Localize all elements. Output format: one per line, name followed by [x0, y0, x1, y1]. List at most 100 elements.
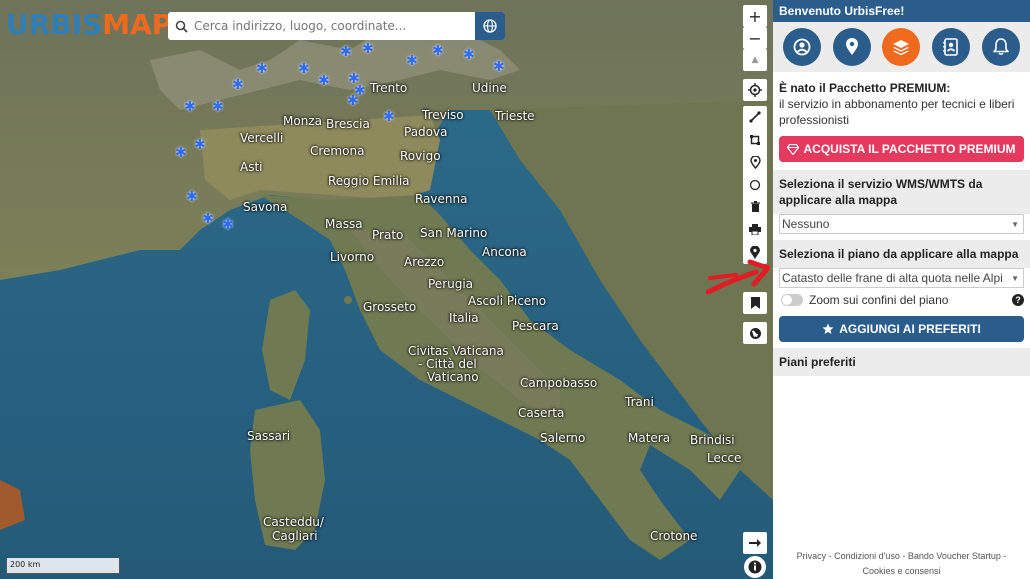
circle-button[interactable] [743, 174, 767, 197]
map-canvas[interactable]: ✱ ✱ ✱ ✱ ✱ ✱ ✱ ✱ ✱ ✱ ✱ ✱ ✱ ✱ ✱ ✱ ✱ ✱ ✱ ✱ … [0, 0, 773, 579]
city-label: Grosseto [363, 300, 417, 314]
city-label: Asti [240, 160, 263, 174]
city-label: Rovigo [400, 149, 441, 163]
plan-section-header: Seleziona il piano da applicare alla map… [773, 240, 1030, 268]
profile-button[interactable] [782, 28, 821, 66]
trash-button[interactable] [743, 196, 767, 219]
urbismap-logo[interactable]: URBISMAP [6, 8, 172, 42]
location-button[interactable] [832, 28, 871, 66]
city-label: Ancona [482, 245, 527, 259]
help-icon[interactable]: ? [1012, 294, 1024, 306]
snowflake-icon[interactable]: ✱ [432, 44, 444, 58]
layers-button[interactable] [882, 28, 921, 66]
red-arrow-annotation [706, 259, 770, 295]
city-label: Massa [325, 217, 363, 231]
trash-icon [750, 201, 760, 213]
snowflake-icon[interactable]: ✱ [347, 94, 359, 108]
layers-icon [893, 40, 910, 56]
city-label: Italia [449, 311, 479, 325]
snowflake-icon[interactable]: ✱ [184, 100, 196, 114]
city-label: Padova [404, 125, 448, 139]
snowflake-icon[interactable]: ✱ [202, 212, 214, 226]
notifications-button[interactable] [982, 28, 1021, 66]
side-panel: Benvenuto UrbisFree! È nato il Pacchetto… [773, 0, 1030, 579]
city-label: Caserta [518, 406, 565, 420]
marker-icon [750, 245, 760, 259]
chevron-down-icon: ▼ [1011, 219, 1019, 229]
city-label: Brescia [326, 117, 370, 131]
city-label: Campobasso [520, 376, 598, 390]
city-label: Vaticano [427, 370, 479, 384]
snowflake-icon[interactable]: ✱ [493, 60, 505, 74]
city-label: Casteddu/ [263, 515, 324, 529]
contacts-button[interactable] [932, 28, 971, 66]
globe-button[interactable] [475, 12, 505, 40]
place-pin-button[interactable] [743, 151, 767, 174]
zoom-toggle[interactable] [781, 294, 803, 306]
city-label: Cremona [310, 144, 365, 158]
globe-layer-button[interactable] [743, 322, 767, 344]
globe-icon [483, 19, 497, 33]
wms-section-header: Seleziona il servizio WMS/WMTS da applic… [773, 170, 1030, 214]
measure-line-button[interactable] [743, 106, 767, 129]
bookmark-icon [750, 297, 760, 309]
measure-area-button[interactable] [743, 129, 767, 152]
snowflake-icon[interactable]: ✱ [232, 78, 244, 92]
city-label: Udine [472, 81, 507, 95]
snowflake-icon[interactable]: ✱ [362, 42, 374, 56]
city-label: Trento [370, 81, 408, 95]
snowflake-icon[interactable]: ✱ [406, 54, 418, 68]
plan-select[interactable]: Catasto delle frane di alta quota nelle … [779, 268, 1024, 288]
snowflake-icon[interactable]: ✱ [256, 62, 268, 76]
circle-icon [749, 179, 761, 190]
logo-part-map: MAP [102, 8, 173, 41]
city-label: Crotone [650, 529, 698, 543]
premium-title: È nato il Pacchetto PREMIUM: [779, 81, 951, 95]
zoom-out-button[interactable]: − [743, 27, 767, 49]
search-icon [168, 12, 194, 40]
city-label: Vercelli [240, 131, 284, 145]
info-button[interactable] [744, 556, 766, 578]
city-label: Trani [625, 395, 654, 409]
wms-select[interactable]: Nessuno ▼ [779, 214, 1024, 234]
print-button[interactable] [743, 219, 767, 242]
buy-premium-button[interactable]: ACQUISTA IL PACCHETTO PREMIUM [779, 136, 1024, 162]
snowflake-icon[interactable]: ✱ [463, 48, 475, 62]
premium-promo: È nato il Pacchetto PREMIUM: il servizio… [773, 72, 1030, 132]
snowflake-icon[interactable]: ✱ [318, 74, 330, 88]
city-label: San Marino [420, 226, 488, 240]
plan-select-value: Catasto delle frane di alta quota nelle … [782, 271, 1003, 285]
city-label: Brindisi [690, 433, 735, 447]
snowflake-icon[interactable]: ✱ [212, 100, 224, 114]
city-label: Trieste [495, 109, 535, 123]
footer-line-1[interactable]: Privacy - Condizioni d'uso - Bando Vouch… [773, 549, 1030, 564]
bell-icon [993, 38, 1009, 56]
compass-button[interactable]: ▲ [743, 49, 767, 71]
snowflake-icon[interactable]: ✱ [222, 218, 234, 232]
add-favorite-button[interactable]: AGGIUNGI AI PREFERITI [779, 316, 1024, 342]
footer-links: Privacy - Condizioni d'uso - Bando Vouch… [773, 549, 1030, 579]
globe-icon [749, 327, 761, 339]
footer-line-2[interactable]: Cookies e consensi [773, 564, 1030, 579]
location-icon [845, 38, 858, 55]
search-input[interactable] [194, 13, 475, 39]
snowflake-icon[interactable]: ✱ [186, 190, 198, 204]
scale-bar: 200 km [6, 558, 120, 574]
snowflake-icon[interactable]: ✱ [298, 62, 310, 76]
draw-toolbar [743, 106, 767, 264]
city-label: Prato [372, 228, 404, 242]
city-label: Lecce [707, 451, 742, 465]
city-label: Pescara [512, 319, 559, 333]
snowflake-icon[interactable]: ✱ [194, 138, 206, 152]
search-bar [168, 12, 505, 40]
zoom-in-button[interactable]: + [743, 5, 767, 27]
locate-button[interactable] [743, 79, 767, 101]
snowflake-icon[interactable]: ✱ [383, 110, 395, 124]
measure-area-icon [750, 134, 760, 145]
city-label: Ascoli Piceno [468, 294, 547, 308]
city-label: Cagliari [272, 529, 318, 543]
snowflake-icon[interactable]: ✱ [175, 146, 187, 160]
collapse-panel-button[interactable] [743, 532, 767, 554]
snowflake-icon[interactable]: ✱ [340, 45, 352, 59]
city-label: Salerno [540, 431, 586, 445]
